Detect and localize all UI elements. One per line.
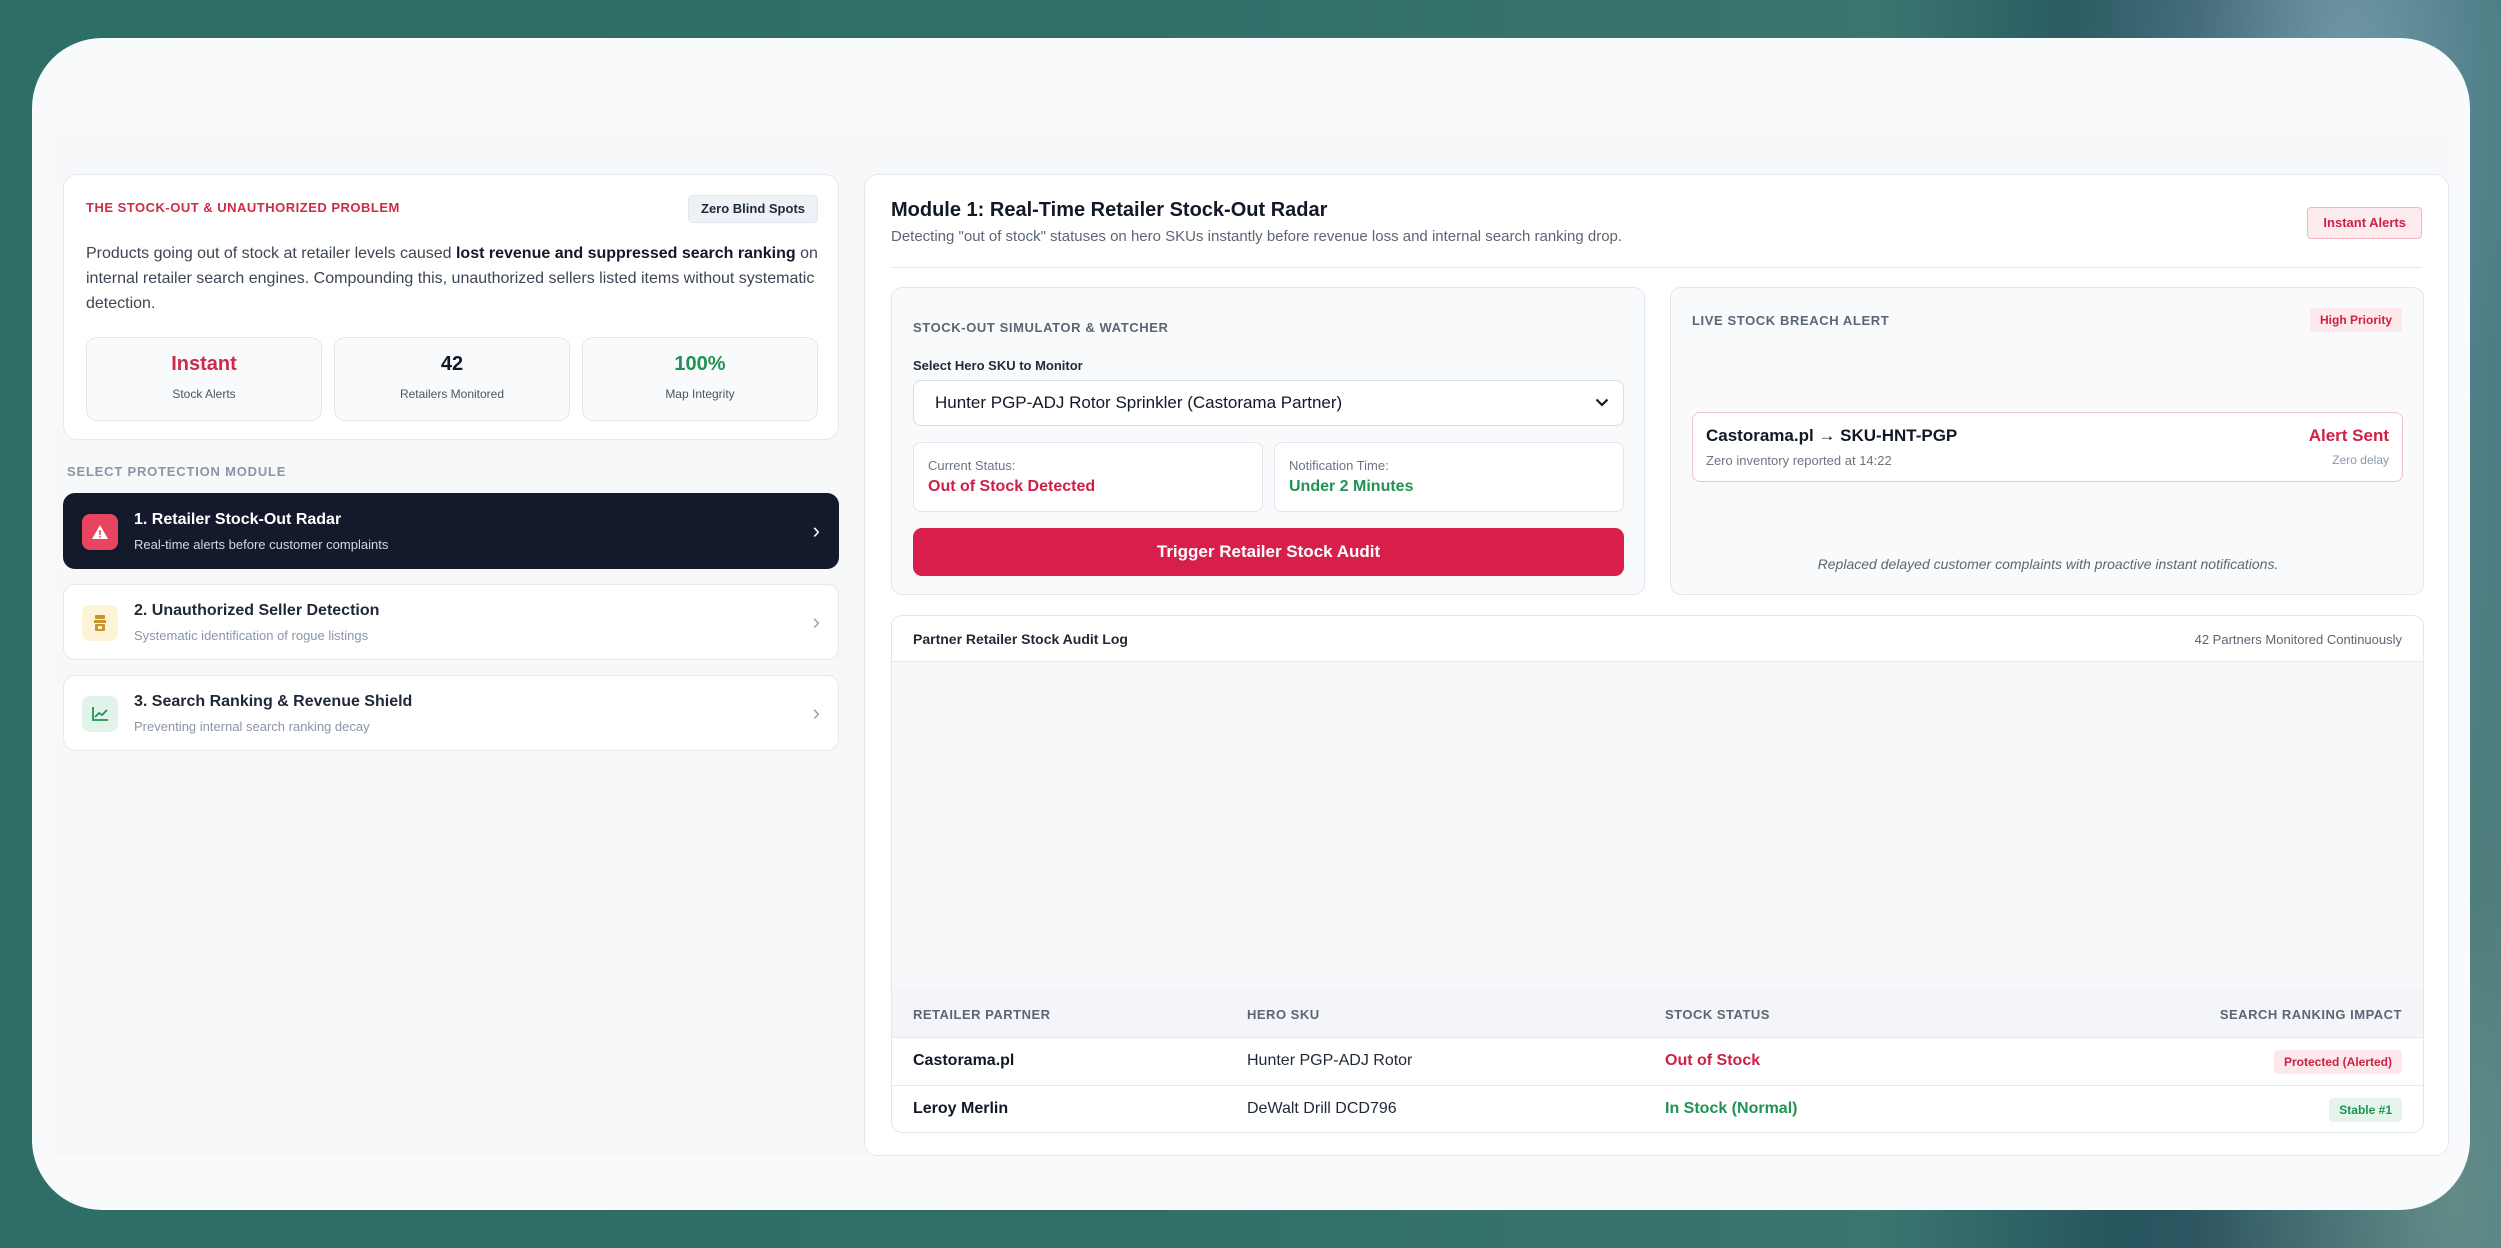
stock-status-cell: In Stock (Normal)	[1665, 1100, 1798, 1117]
current-status-box: Current Status: Out of Stock Detected	[913, 442, 1263, 512]
priority-badge: High Priority	[2309, 308, 2402, 332]
chart-icon	[82, 696, 118, 732]
alert-sub-text: Zero inventory reported at 14:22	[1706, 453, 1892, 468]
alert-status: Alert Sent	[2308, 426, 2389, 445]
audit-log-title: Partner Retailer Stock Audit Log	[913, 631, 1128, 647]
column-header: SEARCH RANKING IMPACT	[2219, 1007, 2402, 1022]
stat-label: Map Integrity	[665, 387, 735, 401]
info-label: Notification Time:	[1289, 458, 1389, 473]
impact-badge: Protected (Alerted)	[2273, 1050, 2402, 1074]
module-heading: Module 1: Real-Time Retailer Stock-Out R…	[891, 199, 1328, 221]
notification-time-box: Notification Time: Under 2 Minutes	[1274, 442, 1624, 512]
module-title: 3. Search Ranking & Revenue Shield	[134, 693, 413, 710]
sku-cell: Hunter PGP-ADJ Rotor	[1247, 1052, 1413, 1069]
table-row[interactable]: Castorama.pl Hunter PGP-ADJ Rotor Out of…	[892, 1038, 2423, 1086]
module-subtitle: Preventing internal search ranking decay	[134, 719, 370, 734]
retailer-cell: Castorama.pl	[913, 1052, 1015, 1069]
problem-card: THE STOCK-OUT & UNAUTHORIZED PROBLEM Zer…	[63, 174, 839, 440]
current-status-value: Out of Stock Detected	[928, 478, 1096, 495]
stat-value: 100%	[674, 353, 726, 375]
module-item-unauthorized-seller[interactable]: 2. Unauthorized Seller Detection Systema…	[63, 584, 839, 660]
column-header: HERO SKU	[1247, 1007, 1320, 1022]
stat-value: Instant	[171, 353, 237, 375]
instant-alerts-badge: Instant Alerts	[2307, 207, 2422, 239]
notification-time-value: Under 2 Minutes	[1289, 478, 1414, 495]
hero-sku-select-value: Hunter PGP-ADJ Rotor Sprinkler (Castoram…	[935, 393, 1343, 412]
sku-select-label: Select Hero SKU to Monitor	[913, 358, 1083, 373]
audit-log-body	[892, 662, 2423, 988]
chevron-right-icon: ›	[812, 518, 820, 543]
alert-main-text: Castorama.pl → SKU-HNT-PGP	[1706, 426, 1958, 445]
zero-blind-spots-badge: Zero Blind Spots	[688, 195, 818, 223]
stat-value: 42	[440, 353, 464, 375]
live-breach-alert: LIVE STOCK BREACH ALERT High Priority Ca…	[1670, 287, 2424, 595]
info-label: Current Status:	[928, 458, 1016, 473]
warning-icon	[82, 514, 118, 550]
column-header: RETAILER PARTNER	[913, 1007, 1051, 1022]
module-subtitle: Real-time alerts before customer complai…	[134, 537, 389, 552]
problem-title: THE STOCK-OUT & UNAUTHORIZED PROBLEM	[86, 200, 400, 215]
stat-retailers-monitored: 42 Retailers Monitored	[334, 337, 570, 421]
app-window: THE STOCK-OUT & UNAUTHORIZED PROBLEM Zer…	[32, 38, 2470, 1210]
table-header: RETAILER PARTNER HERO SKU STOCK STATUS S…	[892, 988, 2423, 1038]
problem-description: Products going out of stock at retailer …	[86, 241, 826, 316]
stat-map-integrity: 100% Map Integrity	[582, 337, 818, 421]
problem-text-emphasis: lost revenue and suppressed search ranki…	[455, 245, 796, 262]
stat-label: Stock Alerts	[172, 387, 236, 401]
alert-title: LIVE STOCK BREACH ALERT	[1692, 313, 1890, 328]
stock-out-simulator: STOCK-OUT SIMULATOR & WATCHER Select Her…	[891, 287, 1645, 595]
audit-log: Partner Retailer Stock Audit Log 42 Part…	[891, 615, 2424, 1133]
stock-status-cell: Out of Stock	[1665, 1052, 1761, 1069]
chevron-right-icon: ›	[812, 700, 820, 725]
alert-delay: Zero delay	[2332, 453, 2389, 467]
sku-cell: DeWalt Drill DCD796	[1247, 1100, 1397, 1117]
divider	[891, 267, 2422, 268]
audit-log-count: 42 Partners Monitored Continuously	[2194, 632, 2402, 647]
simulator-title: STOCK-OUT SIMULATOR & WATCHER	[913, 320, 1169, 335]
dashboard: THE STOCK-OUT & UNAUTHORIZED PROBLEM Zer…	[54, 134, 2449, 1156]
module-detail-panel: Module 1: Real-Time Retailer Stock-Out R…	[864, 174, 2449, 1156]
alert-note: Replaced delayed customer complaints wit…	[1817, 556, 2279, 572]
module-item-search-ranking[interactable]: 3. Search Ranking & Revenue Shield Preve…	[63, 675, 839, 751]
problem-text-lead: Products going out of stock at retailer …	[86, 245, 456, 262]
impact-badge: Stable #1	[2329, 1098, 2402, 1122]
module-subtitle: Systematic identification of rogue listi…	[134, 628, 369, 643]
audit-log-header: Partner Retailer Stock Audit Log 42 Part…	[892, 616, 2423, 662]
stat-label: Retailers Monitored	[399, 387, 505, 401]
retailer-cell: Leroy Merlin	[913, 1100, 1009, 1117]
alert-entry: Castorama.pl → SKU-HNT-PGP Zero inventor…	[1692, 412, 2403, 482]
module-title: 1. Retailer Stock-Out Radar	[134, 511, 342, 528]
module-item-stock-out-radar[interactable]: 1. Retailer Stock-Out Radar Real-time al…	[63, 493, 839, 569]
column-header: STOCK STATUS	[1665, 1007, 1770, 1022]
table-row[interactable]: Leroy Merlin DeWalt Drill DCD796 In Stoc…	[892, 1086, 2423, 1132]
hero-sku-select[interactable]: Hunter PGP-ADJ Rotor Sprinkler (Castoram…	[913, 380, 1624, 426]
seller-icon	[82, 605, 118, 641]
module-description: Detecting "out of stock" statuses on her…	[891, 228, 1623, 245]
module-title: 2. Unauthorized Seller Detection	[134, 602, 380, 619]
chevron-right-icon: ›	[812, 609, 820, 634]
chevron-down-icon	[1595, 381, 1609, 424]
section-label: SELECT PROTECTION MODULE	[67, 464, 287, 479]
stat-stock-alerts: Instant Stock Alerts	[86, 337, 322, 421]
trigger-audit-button[interactable]: Trigger Retailer Stock Audit	[913, 528, 1624, 576]
